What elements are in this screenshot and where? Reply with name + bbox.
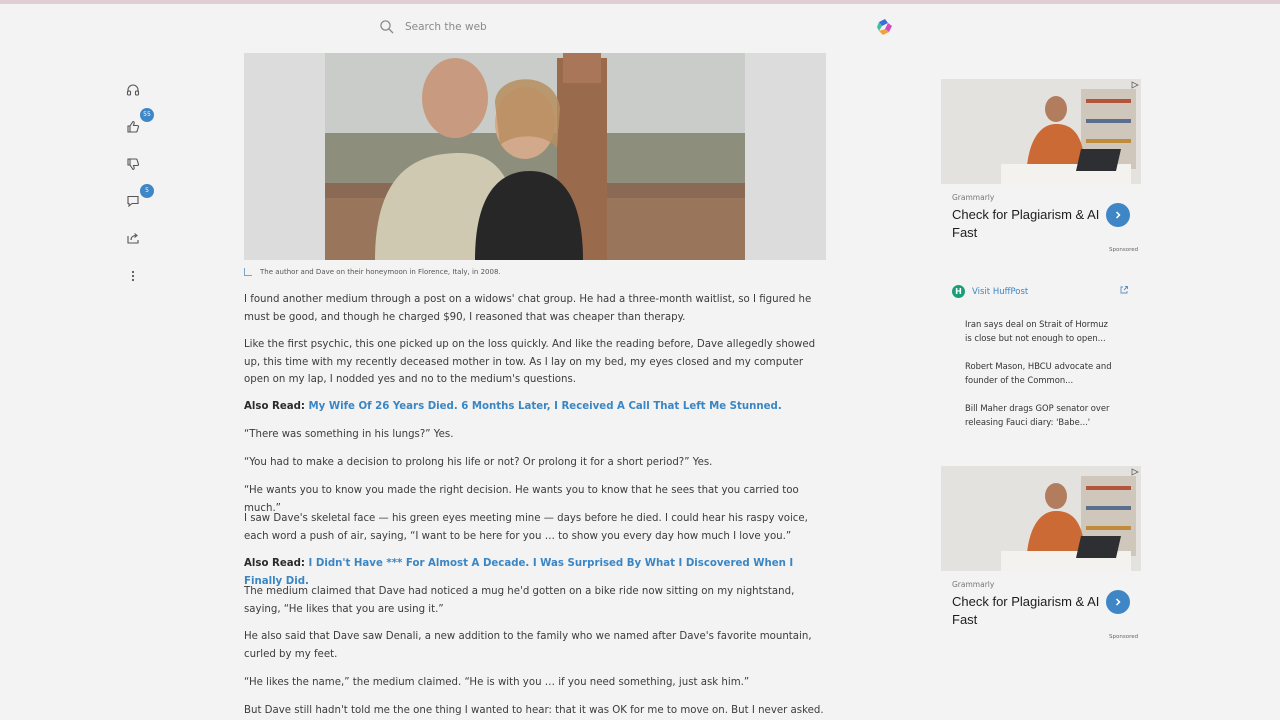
ad-card[interactable]: Grammarly Check for Plagiarism & AI Fast… [941,466,1141,646]
ad-image [941,466,1141,571]
search-bar[interactable] [372,10,900,44]
sponsored-label: Sponsored [1109,634,1139,640]
hero-caption-row: The author and Dave on their honeymoon i… [244,268,501,276]
paragraph: But Dave still hadn't told me the one th… [244,705,824,716]
hero-caption: The author and Dave on their honeymoon i… [260,268,501,276]
copilot-icon[interactable] [876,18,894,36]
ad-choices-icon[interactable] [1131,81,1139,89]
paragraph: He also said that Dave saw Denali, a new… [244,631,812,660]
sponsored-label: Sponsored [1109,247,1139,253]
caption-mark-icon [244,268,252,276]
huffpost-header[interactable]: H Visit HuffPost [941,278,1141,305]
ad-photo [941,79,1141,184]
ad-title[interactable]: Check for Plagiarism & AI Fast [952,206,1102,242]
likes-count-badge: 55 [140,108,154,122]
ad-brand: Grammarly [952,580,995,589]
also-read: Also Read: My Wife Of 26 Years Died. 6 M… [244,398,829,416]
huffpost-widget: H Visit HuffPost Iran says deal on Strai… [941,278,1141,452]
more-options-button[interactable] [118,264,148,288]
also-read-label: Also Read: [244,558,305,569]
share-button[interactable] [118,226,148,250]
ad-image [941,79,1141,184]
comments-count-badge: 5 [140,184,154,198]
search-icon [380,20,394,34]
huffpost-headline[interactable]: Robert Mason, HBCU advocate and founder … [965,360,1115,387]
more-vertical-icon [131,270,135,282]
paragraph: I found another medium through a post on… [244,294,812,323]
listen-button[interactable] [118,78,148,102]
chevron-right-icon [1115,598,1121,606]
thumbs-up-icon [127,120,140,133]
huffpost-headline[interactable]: Bill Maher drags GOP senator over releas… [965,402,1115,429]
comment-icon [127,195,139,208]
ad-go-button[interactable] [1106,590,1130,614]
visit-huffpost-link[interactable]: Visit HuffPost [972,287,1028,297]
huffpost-logo: H [952,285,965,298]
paragraph: I saw Dave's skeletal face — his green e… [244,513,808,542]
also-read-link[interactable]: My Wife Of 26 Years Died. 6 Months Later… [309,401,782,412]
thumbs-down-icon [127,158,140,171]
paragraph: “You had to make a decision to prolong h… [244,457,713,468]
paragraph: “There was something in his lungs?” Yes. [244,429,454,440]
top-accent-line [0,0,1280,4]
ad-photo [941,466,1141,571]
paragraph: “He likes the name,” the medium claimed.… [244,677,750,688]
couple-photo [325,53,745,260]
ad-card[interactable]: Grammarly Check for Plagiarism & AI Fast… [941,79,1141,259]
share-icon [127,233,139,244]
external-link-icon[interactable] [1119,285,1129,295]
also-read-label: Also Read: [244,401,305,412]
ad-choices-icon[interactable] [1131,468,1139,476]
ad-title[interactable]: Check for Plagiarism & AI Fast [952,593,1102,629]
article-hero-image [244,53,826,260]
chevron-right-icon [1115,211,1121,219]
dislike-button[interactable] [118,152,148,176]
ad-brand: Grammarly [952,193,995,202]
huffpost-headline[interactable]: Iran says deal on Strait of Hormuz is cl… [965,318,1115,345]
paragraph: The medium claimed that Dave had noticed… [244,586,795,615]
ad-go-button[interactable] [1106,203,1130,227]
paragraph: Like the first psychic, this one picked … [244,339,816,385]
headphones-icon [126,84,140,96]
search-input[interactable] [405,21,825,33]
